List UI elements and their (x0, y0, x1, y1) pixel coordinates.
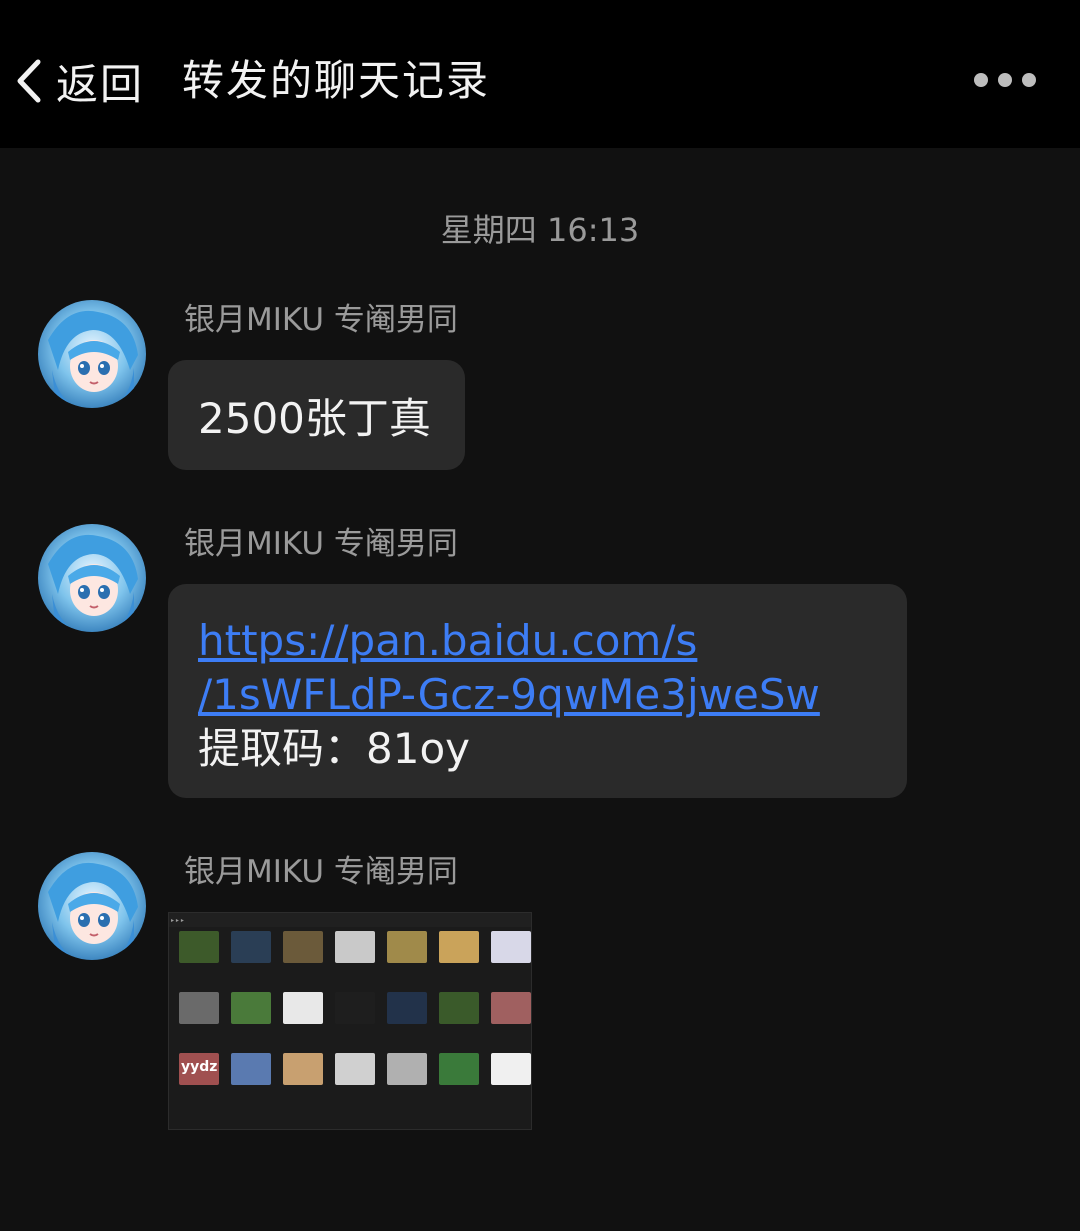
share-link[interactable]: /1sWFLdP-Gcz-9qwMe3jweSw (198, 668, 877, 722)
back-label: 返回 (56, 59, 145, 109)
thumb-file-image (439, 1053, 479, 1085)
thumb-file-item (227, 931, 275, 988)
thumb-file-item (435, 1053, 483, 1110)
thumb-file-item (435, 992, 483, 1049)
thumb-file-item (487, 931, 531, 988)
thumb-file-item: yydz (175, 1053, 223, 1110)
back-button[interactable]: 返回 (12, 52, 144, 110)
thumb-explorer-bar: ▸ ▸ ▸ (169, 913, 531, 927)
more-dots-icon (1022, 73, 1036, 87)
top-bar: 返回 转发的聊天记录 (0, 0, 1080, 148)
thumb-file-item (175, 992, 223, 1049)
message-bubble[interactable]: https://pan.baidu.com/s /1sWFLdP-Gcz-9qw… (168, 584, 907, 798)
thumb-file-image (491, 992, 531, 1024)
thumb-file-image (231, 992, 271, 1024)
thumb-file-item (331, 1053, 379, 1110)
thumb-file-image (387, 992, 427, 1024)
thumb-file-caption (383, 1027, 431, 1049)
thumb-file-caption (487, 1027, 531, 1049)
thumb-file-caption (175, 1027, 223, 1049)
thumb-file-image (439, 931, 479, 963)
thumb-file-caption (227, 966, 275, 988)
thumb-file-grid: yydz (169, 927, 531, 1114)
avatar-image (38, 852, 146, 960)
thumb-file-caption (227, 1088, 275, 1110)
thumb-file-image (231, 1053, 271, 1085)
thumb-caption-text: yydz (181, 1059, 218, 1075)
thumb-file-caption (331, 1088, 379, 1110)
thumb-file-image (491, 1053, 531, 1085)
thumb-file-image (283, 1053, 323, 1085)
thumb-file-item (383, 931, 431, 988)
thumb-file-item (279, 992, 327, 1049)
avatar[interactable] (38, 852, 146, 960)
thumb-file-item (435, 931, 483, 988)
thumb-file-image (387, 1053, 427, 1085)
extraction-code: 提取码：81oy (198, 724, 470, 773)
image-message[interactable]: ▸ ▸ ▸ yydz (168, 912, 532, 1130)
sender-name: 银月MIKU 专阉男同 (184, 854, 458, 890)
thumb-file-item (487, 1053, 531, 1110)
thumb-file-item (383, 1053, 431, 1110)
more-options-button[interactable] (974, 66, 1036, 94)
thumb-file-item (227, 1053, 275, 1110)
thumb-file-image (387, 931, 427, 963)
thumb-file-image: yydz (179, 1053, 219, 1085)
chevron-left-icon (17, 59, 41, 103)
thumb-file-item (331, 931, 379, 988)
thumb-file-caption (487, 966, 531, 988)
thumb-file-caption (279, 1088, 327, 1110)
thumb-file-caption (331, 1027, 379, 1049)
thumb-file-caption (227, 1027, 275, 1049)
thumb-file-image (283, 992, 323, 1024)
thumb-file-image (491, 931, 531, 963)
thumb-file-image (231, 931, 271, 963)
thumb-file-caption (435, 966, 483, 988)
thumb-file-item (383, 992, 431, 1049)
thumb-file-item (279, 1053, 327, 1110)
thumb-file-caption (435, 1088, 483, 1110)
thumb-file-item (175, 931, 223, 988)
thumb-file-image (439, 992, 479, 1024)
thumb-file-image (283, 931, 323, 963)
avatar[interactable] (38, 300, 146, 408)
thumb-file-item (279, 931, 327, 988)
message-text: 2500张丁真 (198, 393, 431, 443)
thumb-file-caption (383, 1088, 431, 1110)
thumb-file-image (335, 931, 375, 963)
thumb-file-caption (435, 1027, 483, 1049)
thumb-file-image (335, 1053, 375, 1085)
avatar[interactable] (38, 524, 146, 632)
message-bubble[interactable]: 2500张丁真 (168, 360, 465, 470)
share-link[interactable]: https://pan.baidu.com/s (198, 614, 877, 668)
thumb-file-caption (175, 966, 223, 988)
thumb-file-caption (279, 1027, 327, 1049)
thumb-file-image (179, 992, 219, 1024)
sender-name: 银月MIKU 专阉男同 (184, 526, 458, 562)
avatar-image (38, 300, 146, 408)
thumb-file-caption (279, 966, 327, 988)
thumb-file-image (179, 931, 219, 963)
thumb-file-item (227, 992, 275, 1049)
avatar-image (38, 524, 146, 632)
sender-name: 银月MIKU 专阉男同 (184, 302, 458, 338)
thumb-file-item (487, 992, 531, 1049)
thumb-file-caption (487, 1088, 531, 1110)
thumb-file-image (335, 992, 375, 1024)
chat-timestamp: 星期四 16:13 (440, 211, 640, 249)
page-title: 转发的聊天记录 (182, 56, 491, 105)
thumb-file-caption (175, 1088, 223, 1110)
thumb-file-caption (331, 966, 379, 988)
thumb-file-item (331, 992, 379, 1049)
more-dots-icon (974, 73, 988, 87)
more-dots-icon (998, 73, 1012, 87)
thumb-file-caption (383, 966, 431, 988)
